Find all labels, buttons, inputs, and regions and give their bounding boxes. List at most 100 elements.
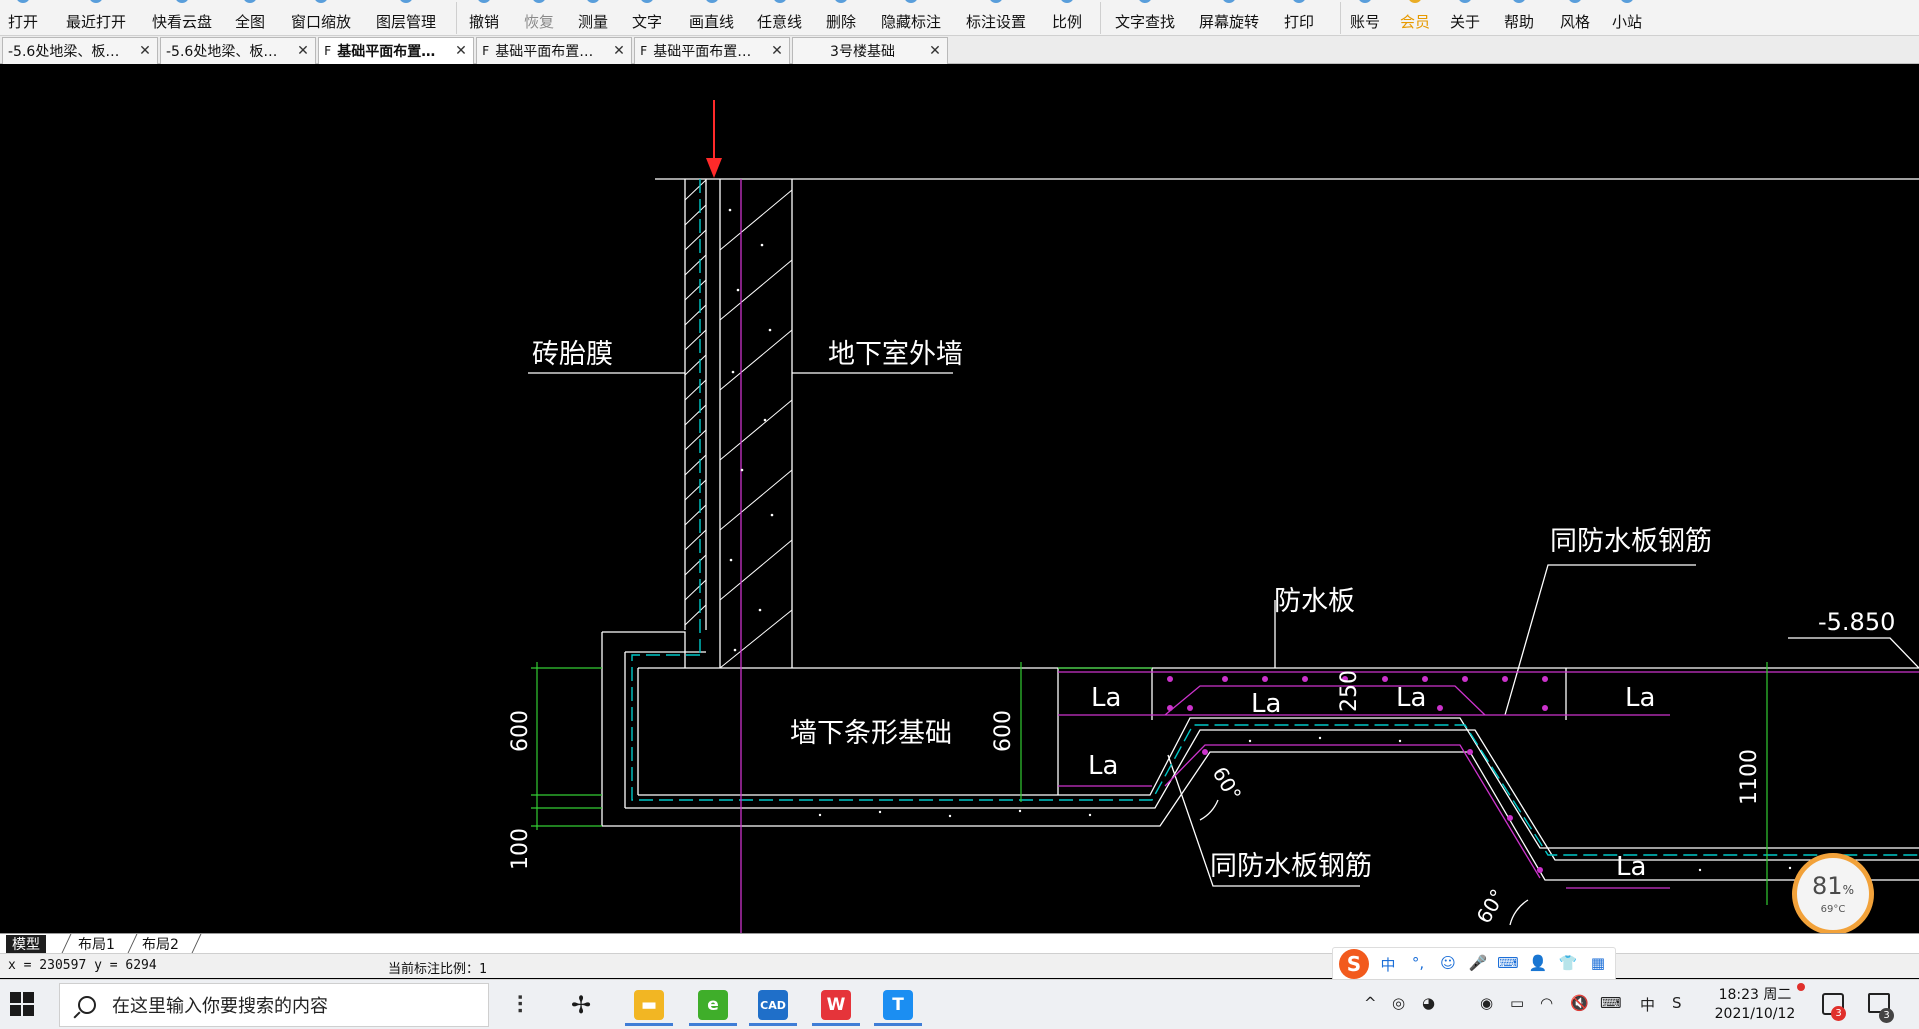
toolbar-button[interactable]: 打印: [1284, 0, 1314, 36]
ime-toolbar[interactable]: S 中 °, ☺ 🎤 ⌨ 👤 👕 ▦: [1332, 947, 1616, 981]
toolbar-button[interactable]: 删除: [826, 0, 856, 36]
browser-taskbar-button[interactable]: e: [685, 984, 741, 1026]
document-tab[interactable]: F 基础平面布置… ✕: [476, 37, 632, 64]
toolbar-button[interactable]: 任意线: [757, 0, 802, 36]
toolbar-button[interactable]: 帮助: [1504, 0, 1534, 36]
toolbar-button[interactable]: 屏幕旋转: [1199, 0, 1259, 36]
ime-item-icon[interactable]: ☺: [1433, 954, 1463, 975]
toolbar-button[interactable]: 恢复: [524, 0, 554, 36]
outer-wall-label: 地下室外墙: [828, 339, 963, 370]
toolbar-icon: [1512, 0, 1526, 3]
layout-tab[interactable]: 模型: [6, 935, 46, 953]
toolbar-button[interactable]: 全图: [235, 0, 265, 36]
ime-item-icon[interactable]: 👤: [1523, 954, 1553, 975]
input-language-icon[interactable]: 中: [1640, 994, 1655, 1015]
system-clock[interactable]: 18:23 周二 2021/10/12: [1700, 986, 1810, 1024]
wps-taskbar-button[interactable]: W: [808, 984, 864, 1026]
toolbar-button[interactable]: 文字: [632, 0, 662, 36]
toolbar-button-label: 屏幕旋转: [1199, 13, 1260, 31]
toolbar-button[interactable]: 隐藏标注: [881, 0, 941, 36]
document-tab[interactable]: F 基础平面布置… ✕: [634, 37, 790, 64]
task-view-icon: ⫶: [517, 991, 523, 1019]
document-tab[interactable]: F 基础平面布置… ✕: [318, 37, 474, 64]
toolbar-button-label: 账号: [1350, 13, 1381, 31]
toolbar-button[interactable]: 快看云盘: [152, 0, 212, 36]
toolbar-icon: [640, 0, 654, 3]
performance-gauge[interactable]: 81% 69°C: [1792, 853, 1874, 935]
ime-item-icon[interactable]: ⌨: [1493, 954, 1523, 975]
toolbar-button[interactable]: 比例: [1052, 0, 1082, 36]
qq-icon[interactable]: ◎: [1392, 994, 1405, 1012]
sogou-ime-icon[interactable]: S: [1339, 949, 1369, 979]
file-explorer-taskbar-button[interactable]: ▬: [621, 984, 677, 1026]
la-label: La: [1091, 683, 1121, 713]
fan-app-taskbar-button[interactable]: ✢: [553, 984, 609, 1026]
document-tab[interactable]: -5.6处地梁、板… ✕: [2, 37, 158, 64]
close-icon[interactable]: ✕: [295, 43, 311, 59]
toolbar-button[interactable]: 图层管理: [376, 0, 436, 36]
layout-tab[interactable]: 布局2: [136, 935, 185, 953]
toolbar-button[interactable]: 会员: [1400, 0, 1430, 36]
close-icon[interactable]: ✕: [769, 43, 785, 59]
close-icon[interactable]: ✕: [137, 43, 153, 59]
battery-icon[interactable]: ▭: [1510, 994, 1524, 1012]
ime-item-icon[interactable]: 👕: [1553, 954, 1583, 975]
toolbar-button[interactable]: 测量: [578, 0, 608, 36]
cad-drawing: 砖胎膜 地下室外墙 墙下条形基础 防水板 同防水板钢筋 同防水板钢筋 -5.85…: [508, 100, 1919, 933]
close-icon[interactable]: ✕: [927, 43, 943, 59]
show-hidden-icons[interactable]: ^: [1364, 994, 1377, 1012]
toolbar-button-label: 帮助: [1504, 13, 1535, 31]
drawing-canvas[interactable]: 砖胎膜 地下室外墙 墙下条形基础 防水板 同防水板钢筋 同防水板钢筋 -5.85…: [0, 65, 1919, 933]
toolbar-button-label: 测量: [578, 13, 609, 31]
toolbar-button[interactable]: 撤销: [469, 0, 499, 36]
toolbar-button-label: 打开: [8, 13, 39, 31]
toolbar-button[interactable]: 打开: [8, 0, 38, 36]
task-view-taskbar-button[interactable]: ⫶: [492, 984, 548, 1026]
windows-start-icon[interactable]: [10, 992, 36, 1018]
leader-line: [1788, 637, 1919, 669]
la-label: La: [1625, 683, 1655, 713]
volume-muted-icon[interactable]: 🔇: [1570, 994, 1589, 1012]
la-label: La: [1616, 852, 1646, 882]
browser-icon: e: [698, 990, 728, 1020]
text-app-taskbar-button[interactable]: T: [870, 984, 926, 1026]
red-arrow-marker: [706, 100, 722, 178]
ime-item-icon[interactable]: 🎤: [1463, 954, 1493, 975]
toolbar-icon: [399, 0, 413, 3]
toolbar-button[interactable]: 文字查找: [1115, 0, 1175, 36]
toolbar-button-label: 比例: [1052, 13, 1083, 31]
document-tab[interactable]: -5.6处地梁、板… ✕: [160, 37, 316, 64]
toolbar-icon: [989, 0, 1003, 3]
document-tab[interactable]: 3号楼基础 ✕: [792, 37, 948, 64]
sogou-tray-icon[interactable]: S: [1672, 994, 1682, 1012]
wall-concrete-hatch: [719, 189, 793, 669]
wechat-icon[interactable]: ◕: [1422, 994, 1435, 1012]
dim-250: 250: [1337, 670, 1362, 712]
ime-item-icon[interactable]: °,: [1403, 954, 1433, 975]
toolbar-button[interactable]: 小站: [1612, 0, 1642, 36]
brick-membrane-outline: [602, 631, 686, 668]
toolbar-button-label: 删除: [826, 13, 857, 31]
toolbar-button[interactable]: 窗口缩放: [291, 0, 351, 36]
wifi-icon[interactable]: ◠: [1540, 994, 1553, 1012]
toolbar-button[interactable]: 关于: [1450, 0, 1480, 36]
toolbar-button[interactable]: 最近打开: [66, 0, 126, 36]
toolbar-button-label: 关于: [1450, 13, 1481, 31]
toolbar-button[interactable]: 风格: [1560, 0, 1590, 36]
keyboard-icon[interactable]: ⌨: [1600, 994, 1622, 1012]
toolbar-button[interactable]: 账号: [1350, 0, 1380, 36]
la-label: La: [1396, 683, 1426, 713]
ime-item-icon[interactable]: 中: [1373, 954, 1403, 975]
layout-tab[interactable]: 布局1: [72, 935, 121, 953]
close-icon[interactable]: ✕: [611, 43, 627, 59]
angle-arc: [1509, 899, 1529, 926]
cad-viewer-taskbar-button[interactable]: CAD: [745, 984, 801, 1026]
security-icon[interactable]: ◉: [1480, 994, 1493, 1012]
close-icon[interactable]: ✕: [453, 43, 469, 59]
toolbar-button[interactable]: 画直线: [689, 0, 734, 36]
taskbar-search-box[interactable]: 在这里输入你要搜索的内容: [59, 983, 489, 1027]
gauge-temperature: 69°C: [1820, 903, 1846, 915]
ime-item-icon[interactable]: ▦: [1583, 954, 1613, 975]
toolbar-button[interactable]: 标注设置: [966, 0, 1026, 36]
toolbar-icon: [1138, 0, 1152, 3]
